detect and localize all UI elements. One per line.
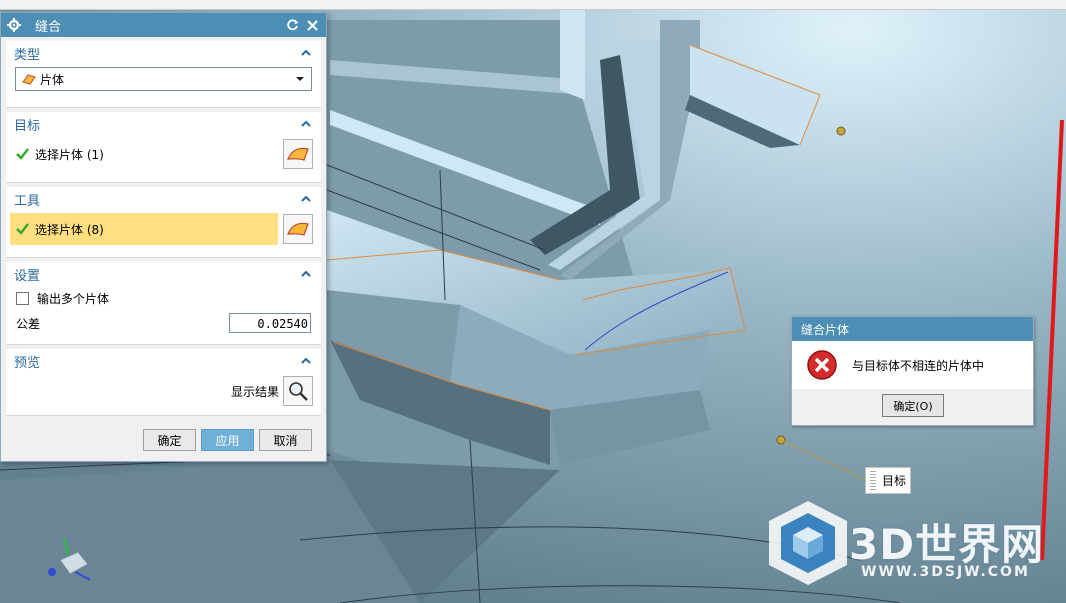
type-dropdown-value: 片体 [40, 72, 65, 87]
cancel-button[interactable]: 取消 [259, 429, 312, 451]
watermark-text: 3D世界网 [849, 520, 1045, 569]
output-multiple-label: 输出多个片体 [37, 291, 110, 306]
check-icon [16, 223, 29, 235]
type-dropdown[interactable]: 片体 [15, 67, 312, 91]
preview-section-header[interactable]: 预览 [6, 349, 321, 373]
target-section: 目标 选择片体 (1) [6, 112, 321, 183]
gear-icon[interactable] [7, 18, 21, 32]
message-ok-button[interactable]: 确定(O) [882, 394, 944, 417]
target-select-row[interactable]: 选择片体 (1) [6, 136, 321, 172]
ok-button[interactable]: 确定 [143, 429, 196, 451]
target-callout[interactable]: 目标 [865, 467, 911, 494]
sheet-body-icon [287, 222, 309, 236]
tool-section-label: 工具 [14, 193, 41, 209]
type-section: 类型 片体 [6, 41, 321, 108]
check-icon [16, 148, 29, 160]
error-icon [807, 350, 837, 380]
settings-section-label: 设置 [14, 268, 41, 284]
message-title[interactable]: 缝合片体 [792, 317, 1033, 341]
apply-button[interactable]: 应用 [201, 429, 254, 451]
preview-section-label: 预览 [14, 355, 41, 371]
type-section-label: 类型 [14, 47, 41, 63]
output-multiple-row[interactable]: 输出多个片体 [6, 286, 321, 310]
output-multiple-checkbox[interactable] [16, 291, 29, 305]
cube-logo-icon [769, 501, 847, 585]
show-result-button[interactable] [283, 376, 313, 406]
close-icon[interactable] [304, 17, 320, 33]
tolerance-input[interactable]: 0.02540 [229, 313, 311, 333]
tool-section: 工具 选择片体 (8) [6, 187, 321, 258]
type-section-header[interactable]: 类型 [6, 41, 321, 65]
tool-section-header[interactable]: 工具 [6, 187, 321, 211]
reset-icon[interactable] [284, 17, 300, 33]
tolerance-label: 公差 [16, 316, 41, 331]
drag-grip-icon[interactable] [870, 471, 876, 490]
target-section-label: 目标 [14, 118, 41, 134]
show-result-label: 显示结果 [230, 384, 279, 399]
select-sheet-button[interactable] [283, 139, 313, 169]
target-callout-text: 目标 [882, 474, 907, 488]
preview-section: 预览 显示结果 [6, 349, 321, 416]
settings-section-header[interactable]: 设置 [6, 262, 321, 286]
dialog-button-row: 确定 应用 取消 [1, 429, 326, 451]
sheet-body-icon [22, 74, 36, 85]
message-text: 与目标体不相连的片体中 [852, 358, 985, 373]
watermark-url: WWW.3DSJW.COM [861, 564, 1030, 580]
watermark: 3D世界网 WWW.3DSJW.COM [763, 497, 1063, 597]
tool-select-row[interactable]: 选择片体 (8) [6, 211, 321, 247]
target-section-header[interactable]: 目标 [6, 112, 321, 136]
select-sheet-button[interactable] [283, 214, 313, 244]
sheet-body-icon [287, 147, 309, 161]
dropdown-arrow-icon[interactable] [295, 74, 305, 84]
tool-select-text: 选择片体 (8) [35, 222, 104, 237]
tolerance-row: 公差 0.02540 [6, 310, 321, 336]
settings-section: 设置 输出多个片体 公差 0.02540 [6, 262, 321, 345]
chevron-up-icon[interactable] [299, 354, 313, 368]
stitch-error-dialog: 缝合片体 与目标体不相连的片体中 确定(O) [791, 316, 1034, 426]
show-result-row: 显示结果 [6, 373, 321, 409]
stitch-dialog: 缝合 类型 片体 目标 选择片体 (1) 工具 选择片体 (8) 设置 输出多个… [0, 12, 327, 462]
chevron-up-icon[interactable] [299, 192, 313, 206]
dialog-title-bar[interactable]: 缝合 [1, 13, 326, 37]
coordinate-triad-icon [48, 537, 91, 581]
magnifier-icon [289, 382, 308, 401]
chevron-up-icon[interactable] [299, 46, 313, 60]
chevron-up-icon[interactable] [299, 117, 313, 131]
message-content: 与目标体不相连的片体中 [792, 341, 1033, 389]
target-select-text: 选择片体 (1) [35, 147, 104, 162]
dialog-title: 缝合 [35, 19, 62, 35]
chevron-up-icon[interactable] [299, 267, 313, 281]
top-toolbar [0, 0, 1066, 10]
